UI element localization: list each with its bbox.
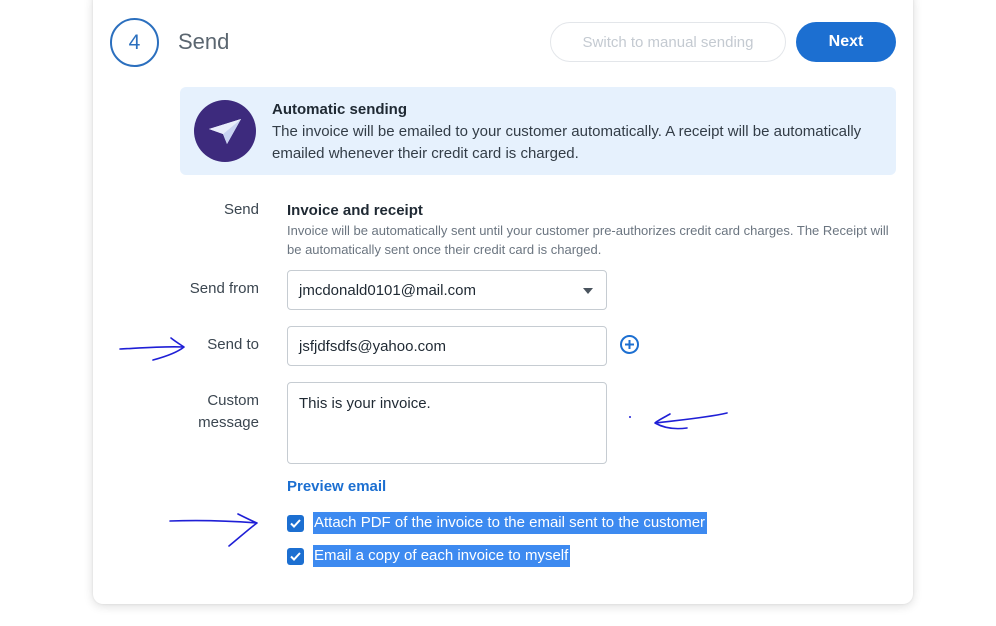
custom-message-textarea[interactable]: This is your invoice. [287, 382, 607, 464]
banner-text: The invoice will be emailed to your cust… [272, 123, 862, 162]
step-number: 4 [128, 30, 141, 54]
attach-pdf-label[interactable]: Attach PDF of the invoice to the email s… [313, 512, 708, 534]
add-recipient-plus-icon[interactable] [620, 335, 639, 354]
next-button[interactable]: Next [796, 22, 896, 62]
banner-title: Automatic sending [272, 101, 408, 118]
send-from-label: Send from [189, 280, 259, 297]
step-title: Send [178, 29, 230, 54]
attach-pdf-checkbox[interactable] [287, 514, 304, 532]
send-label: Send [223, 201, 259, 218]
custom-message-label-line2: message [198, 414, 259, 431]
send-type-heading: Invoice and receipt [287, 202, 423, 219]
attach-pdf-option[interactable]: Attach PDF of the invoice to the email s… [287, 512, 708, 534]
send-type-description: Invoice will be automatically sent until… [287, 223, 889, 257]
step-number-badge: 4 [110, 18, 159, 67]
email-copy-option[interactable]: Email a copy of each invoice to myself [287, 545, 571, 567]
chevron-down-icon [583, 288, 593, 294]
switch-to-manual-sending-button[interactable]: Switch to manual sending [550, 22, 786, 62]
email-copy-checkbox[interactable] [287, 547, 304, 565]
preview-email-link[interactable]: Preview email [287, 478, 386, 495]
send-to-input[interactable]: jsfjdfsdfs@yahoo.com [287, 326, 607, 366]
custom-message-label-line1: Custom [207, 392, 259, 409]
send-to-label: Send to [207, 336, 259, 353]
email-copy-label[interactable]: Email a copy of each invoice to myself [313, 545, 571, 567]
automatic-sending-banner: Automatic sending The invoice will be em… [180, 87, 896, 175]
paper-plane-icon [194, 100, 256, 162]
send-to-value: jsfjdfsdfs@yahoo.com [299, 337, 446, 355]
send-from-select[interactable]: jmcdonald0101@mail.com [287, 270, 607, 310]
send-from-value: jmcdonald0101@mail.com [299, 281, 476, 299]
custom-message-label: Custom message [99, 390, 259, 434]
custom-message-value: This is your invoice. [299, 395, 431, 412]
